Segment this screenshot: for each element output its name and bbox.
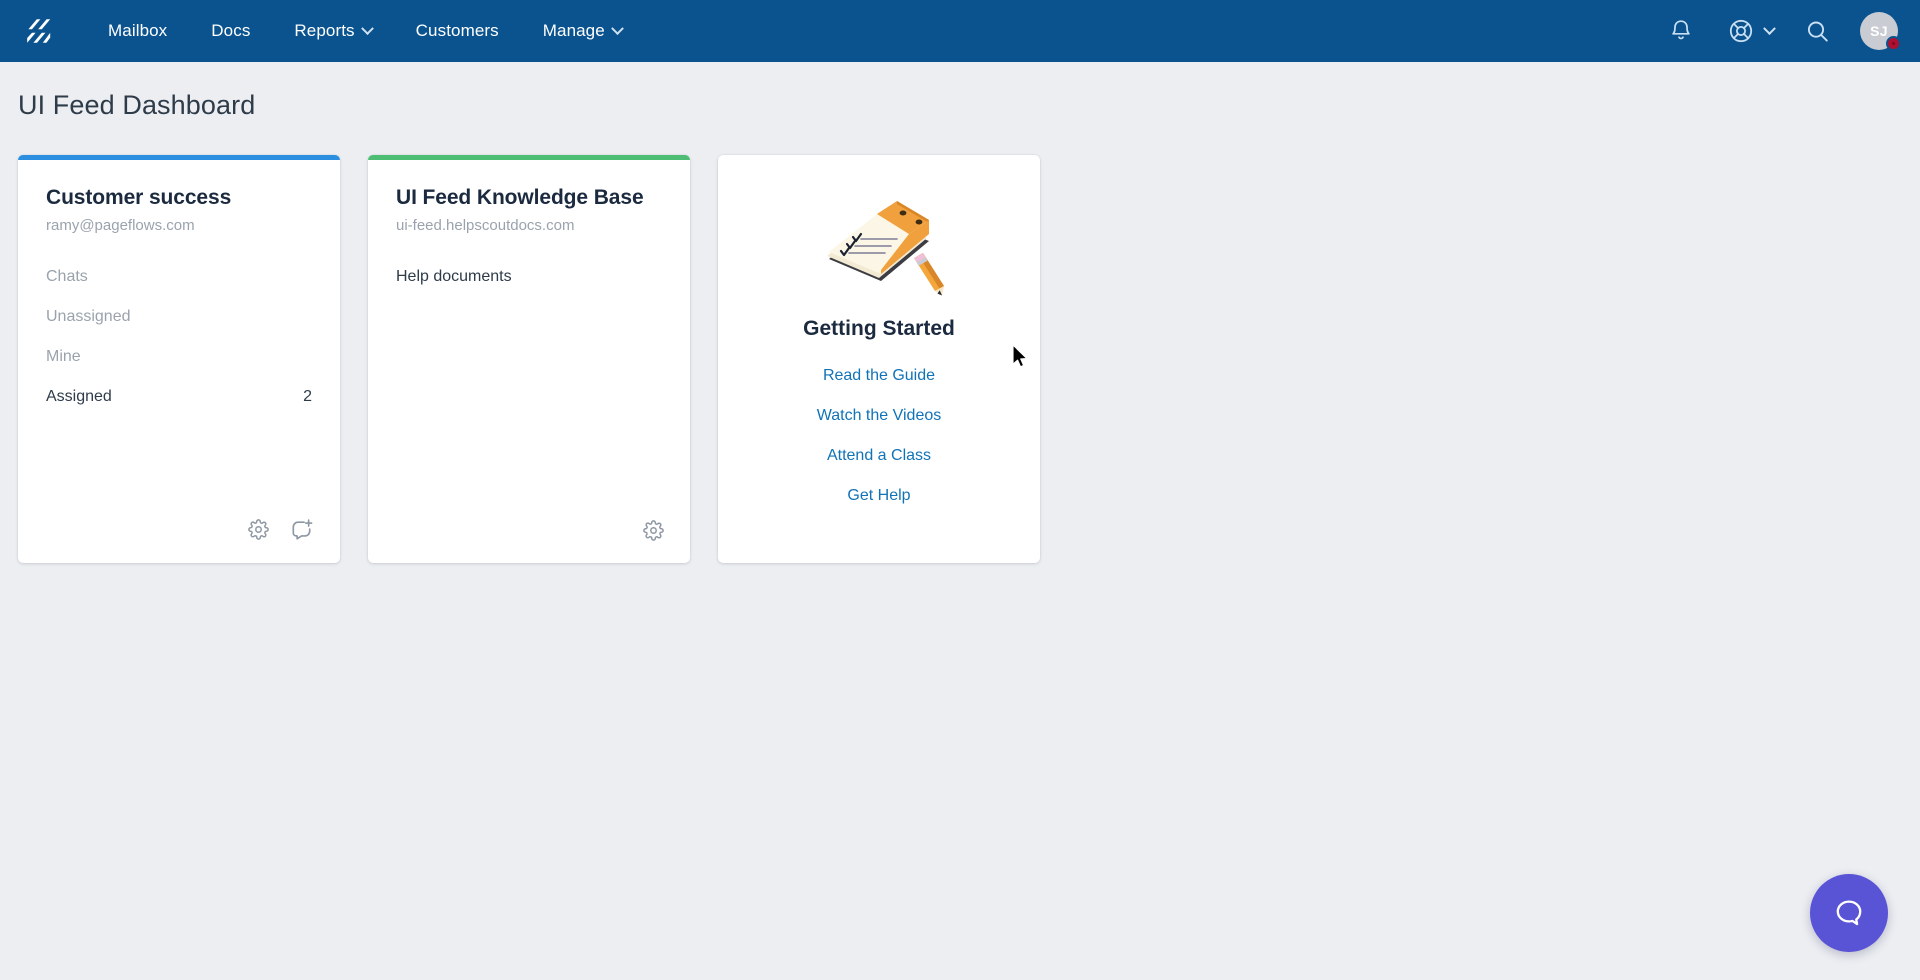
mailbox-card[interactable]: Customer success ramy@pageflows.com Chat…: [18, 155, 340, 563]
beacon-chat-button[interactable]: [1810, 874, 1888, 952]
avatar[interactable]: SJ: [1860, 12, 1901, 51]
help-menu-button[interactable]: [1724, 14, 1776, 48]
nav-item-label: Docs: [211, 21, 251, 40]
page-title: UI Feed Dashboard: [18, 90, 256, 120]
row-label: Chats: [46, 268, 88, 285]
nav-item-mailbox[interactable]: Mailbox: [86, 13, 189, 49]
nav-item-label: Customers: [415, 21, 499, 40]
docs-card-footer: [368, 520, 690, 563]
avatar-initials: SJ: [1870, 23, 1888, 39]
life-ring-icon: [1724, 14, 1758, 48]
navbar-actions: SJ: [1664, 12, 1901, 51]
gear-icon[interactable]: [248, 519, 269, 540]
link-read-the-guide[interactable]: Read the Guide: [823, 367, 935, 385]
mailbox-row-chats[interactable]: Chats: [46, 268, 312, 286]
notepad-pencil-illustration: [811, 195, 947, 305]
docs-card[interactable]: UI Feed Knowledge Base ui-feed.helpscout…: [368, 155, 690, 563]
row-label: Assigned: [46, 388, 112, 405]
bell-icon[interactable]: [1664, 14, 1698, 48]
chevron-down-icon: [360, 21, 374, 35]
mailbox-card-body: Customer success ramy@pageflows.com Chat…: [18, 160, 340, 518]
nav-item-label: Manage: [542, 21, 605, 40]
chevron-down-icon: [610, 21, 624, 35]
link-get-help[interactable]: Get Help: [847, 487, 910, 505]
helpscout-logo-icon[interactable]: [18, 10, 60, 52]
mailbox-card-footer: [18, 518, 340, 563]
top-navbar: Mailbox Docs Reports Customers Manage SJ: [0, 0, 1920, 62]
nav-item-manage[interactable]: Manage: [521, 13, 644, 49]
status-badge: [1886, 36, 1901, 51]
nav-item-customers[interactable]: Customers: [394, 13, 521, 49]
nav-item-docs[interactable]: Docs: [189, 13, 272, 49]
mailbox-card-subtitle: ramy@pageflows.com: [46, 217, 195, 234]
nav-item-reports[interactable]: Reports: [272, 13, 393, 49]
mailbox-card-title: Customer success: [46, 186, 232, 209]
mailbox-row-mine[interactable]: Mine: [46, 348, 312, 366]
link-watch-the-videos[interactable]: Watch the Videos: [817, 407, 942, 425]
search-icon[interactable]: [1800, 14, 1834, 48]
primary-nav: Mailbox Docs Reports Customers Manage: [86, 13, 644, 49]
getting-started-card: Getting Started Read the Guide Watch the…: [718, 155, 1040, 563]
chat-bubble-icon: [1836, 900, 1862, 926]
row-label: Mine: [46, 348, 81, 365]
docs-card-title: UI Feed Knowledge Base: [396, 186, 644, 209]
mailbox-row-assigned[interactable]: Assigned 2: [46, 388, 312, 406]
gear-icon[interactable]: [643, 520, 664, 541]
row-label: Unassigned: [46, 308, 131, 325]
nav-item-label: Reports: [294, 21, 355, 40]
link-attend-a-class[interactable]: Attend a Class: [827, 447, 931, 465]
docs-card-body: UI Feed Knowledge Base ui-feed.helpscout…: [368, 160, 690, 520]
page-content: UI Feed Dashboard Customer success ramy@…: [0, 62, 1920, 563]
row-count: 2: [303, 388, 312, 405]
docs-card-body-line[interactable]: Help documents: [396, 268, 662, 286]
getting-started-title: Getting Started: [803, 317, 955, 340]
chevron-down-icon: [1763, 21, 1776, 35]
new-conversation-icon[interactable]: [291, 518, 314, 541]
mailbox-row-unassigned[interactable]: Unassigned: [46, 308, 312, 326]
docs-card-subtitle: ui-feed.helpscoutdocs.com: [396, 217, 575, 234]
nav-item-label: Mailbox: [108, 21, 168, 40]
dashboard-cards: Customer success ramy@pageflows.com Chat…: [18, 155, 1920, 563]
